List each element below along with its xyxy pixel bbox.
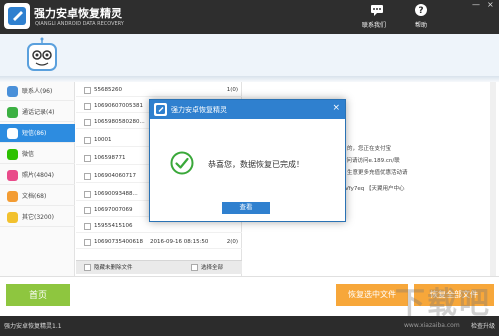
dialog-message: 恭喜您，数据恢复已完成！ [208,160,304,169]
app-window: 强力安卓恢复精灵 QIANGLI ANDROID DATA RECOVERY 联… [0,0,499,336]
dialog-header: 强力安卓恢复精灵 × [150,100,345,119]
success-check-icon [170,151,194,175]
dialog-logo [154,103,167,116]
view-button[interactable]: 查看 [222,202,270,214]
modal-overlay: 强力安卓恢复精灵 × 恭喜您，数据恢复已完成！ 查看 [0,0,499,336]
completion-dialog: 强力安卓恢复精灵 × 恭喜您，数据恢复已完成！ 查看 [149,99,346,222]
dialog-title: 强力安卓恢复精灵 [171,106,227,114]
dialog-close-button[interactable]: × [332,103,340,113]
